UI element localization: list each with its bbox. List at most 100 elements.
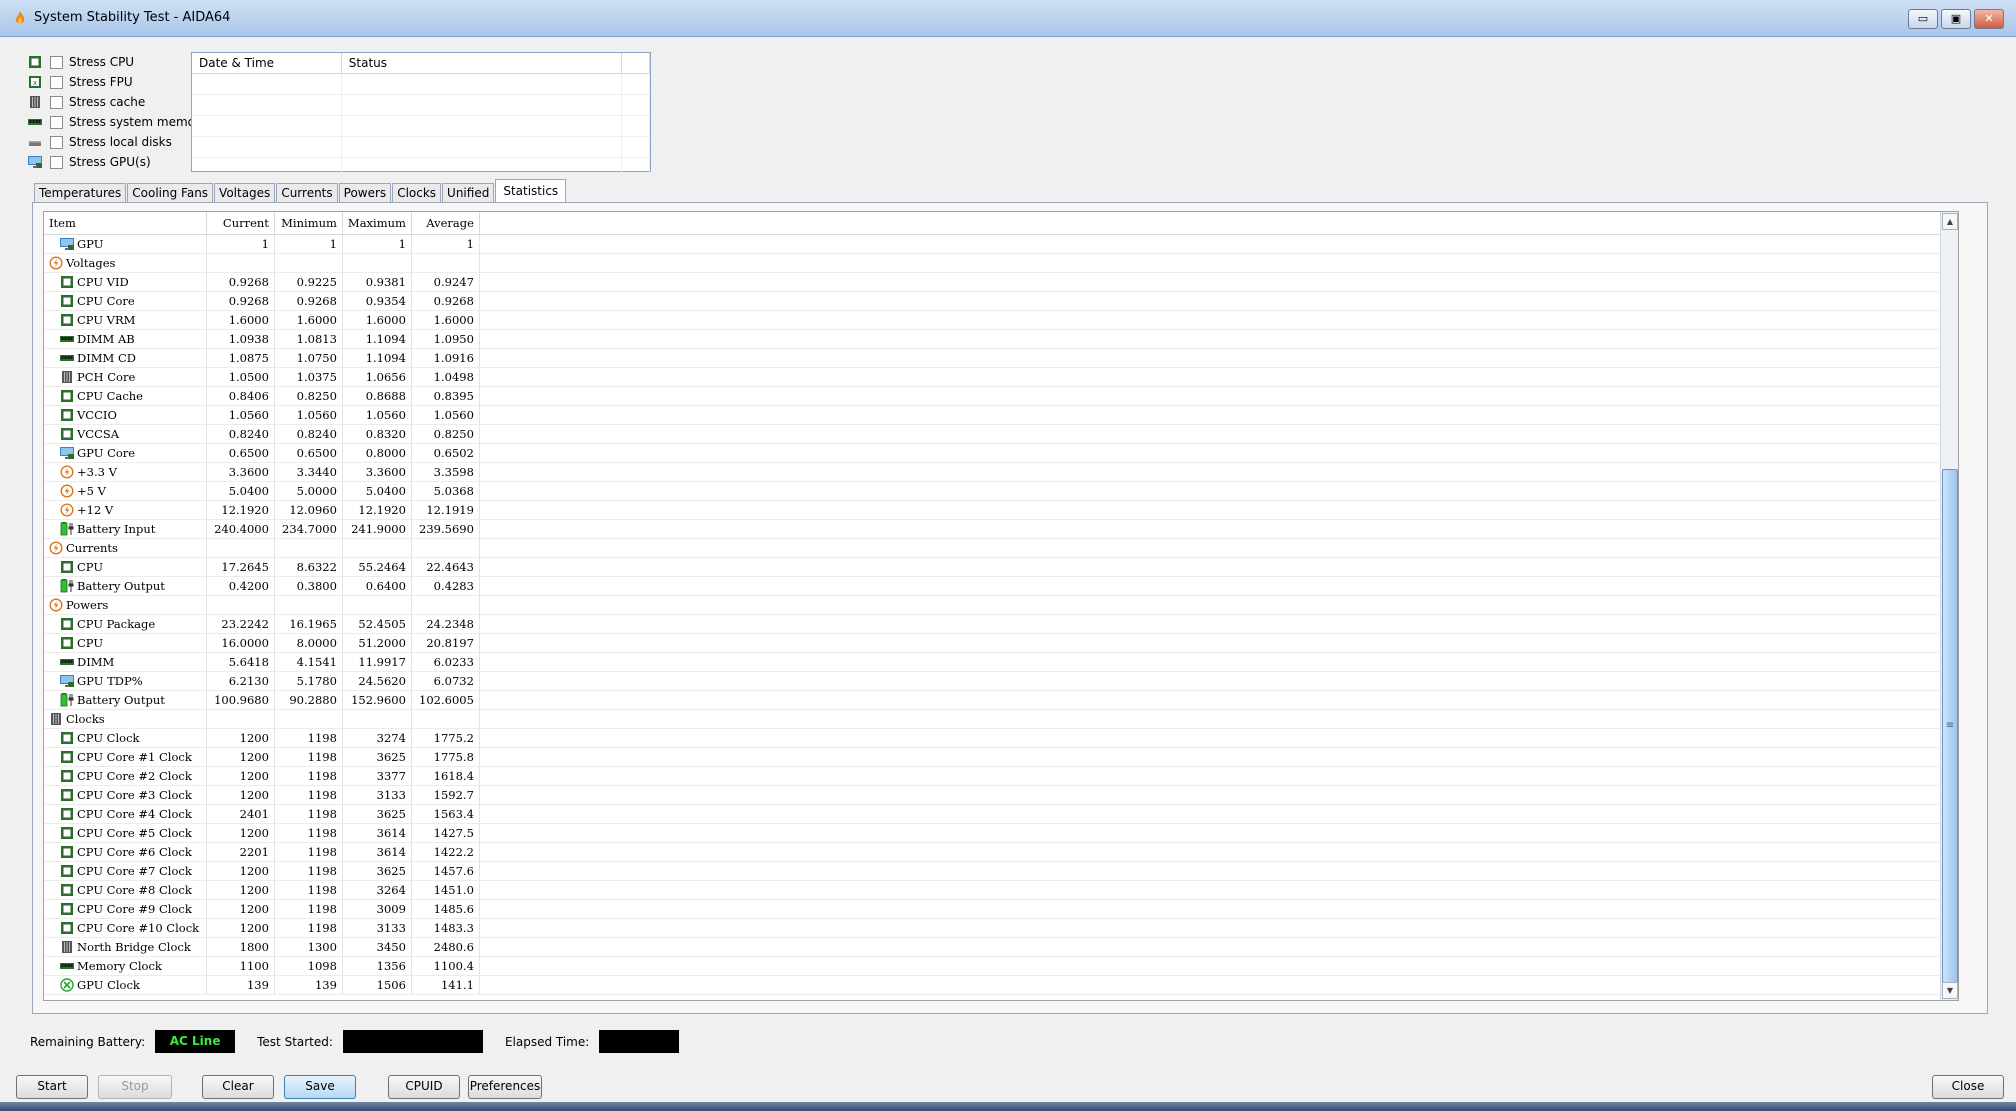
header-minimum[interactable]: Minimum bbox=[274, 212, 343, 235]
vertical-scrollbar[interactable]: ▲ ≡ ▼ bbox=[1940, 212, 1958, 1000]
table-row[interactable]: CPU Cache 0.8406 0.8250 0.8688 0.8395 bbox=[44, 386, 1958, 406]
stress-gpu-checkbox[interactable] bbox=[50, 155, 63, 169]
scroll-down-arrow[interactable]: ▼ bbox=[1942, 982, 1958, 999]
table-row[interactable]: PCH Core 1.0500 1.0375 1.0656 1.0498 bbox=[44, 367, 1958, 387]
stress-fpu-checkbox[interactable] bbox=[50, 75, 63, 89]
stress-disks-option[interactable]: Stress local disks bbox=[28, 132, 207, 152]
header-item[interactable]: Item bbox=[44, 212, 207, 235]
close-window-button[interactable]: ✕ bbox=[1974, 9, 2004, 29]
table-row[interactable]: DIMM 5.6418 4.1541 11.9917 6.0233 bbox=[44, 652, 1958, 672]
table-row[interactable]: +5 V 5.0400 5.0000 5.0400 5.0368 bbox=[44, 481, 1958, 501]
tab-temperatures[interactable]: Temperatures bbox=[34, 183, 127, 202]
table-row[interactable]: CPU Core #8 Clock 1200 1198 3264 1451.0 bbox=[44, 880, 1958, 900]
header-current[interactable]: Current bbox=[206, 212, 275, 235]
table-row[interactable]: CPU Core #10 Clock 1200 1198 3133 1483.3 bbox=[44, 918, 1958, 938]
start-button[interactable]: Start bbox=[16, 1075, 88, 1099]
current-value: 0.8240 bbox=[206, 424, 275, 444]
stress-cpu-option[interactable]: Stress CPU bbox=[28, 52, 207, 72]
table-row[interactable]: Voltages bbox=[44, 253, 1958, 273]
table-row[interactable]: DIMM CD 1.0875 1.0750 1.1094 1.0916 bbox=[44, 348, 1958, 368]
table-row[interactable]: GPU Clock 139 139 1506 141.1 bbox=[44, 975, 1958, 995]
maximum-value: 1 bbox=[342, 234, 412, 254]
table-row[interactable]: GPU TDP% 6.2130 5.1780 24.5620 6.0732 bbox=[44, 671, 1958, 691]
table-row[interactable]: GPU 1 1 1 1 bbox=[44, 234, 1958, 254]
table-row[interactable]: CPU Core #6 Clock 2201 1198 3614 1422.2 bbox=[44, 842, 1958, 862]
table-row[interactable]: Battery Output 0.4200 0.3800 0.6400 0.4283 bbox=[44, 576, 1958, 596]
table-row[interactable]: CPU Core #4 Clock 2401 1198 3625 1563.4 bbox=[44, 804, 1958, 824]
test-log-list[interactable]: Date & Time Status bbox=[191, 52, 651, 179]
table-row[interactable]: VCCSA 0.8240 0.8240 0.8320 0.8250 bbox=[44, 424, 1958, 444]
item-label: CPU Core #6 Clock bbox=[77, 845, 192, 859]
stress-cache-checkbox[interactable] bbox=[50, 95, 63, 109]
minimize-button[interactable]: ▭ bbox=[1908, 9, 1938, 29]
table-row[interactable]: Clocks bbox=[44, 709, 1958, 729]
table-row[interactable]: Battery Input 240.4000 234.7000 241.9000 239… bbox=[44, 519, 1958, 539]
stress-gpu-option[interactable]: Stress GPU(s) bbox=[28, 152, 207, 172]
tab-powers[interactable]: Powers bbox=[338, 183, 392, 202]
table-row[interactable]: CPU Core #5 Clock 1200 1198 3614 1427.5 bbox=[44, 823, 1958, 843]
cpu-chip-icon bbox=[60, 769, 74, 783]
row-spacer bbox=[479, 576, 1958, 596]
table-row[interactable]: North Bridge Clock 1800 1300 3450 2480.6 bbox=[44, 937, 1958, 957]
maximize-button[interactable]: ▣ bbox=[1941, 9, 1971, 29]
cpuid-button[interactable]: CPUID bbox=[388, 1075, 460, 1099]
table-row[interactable]: VCCIO 1.0560 1.0560 1.0560 1.0560 bbox=[44, 405, 1958, 425]
stress-memory-checkbox[interactable] bbox=[50, 115, 63, 129]
table-row[interactable]: CPU VRM 1.6000 1.6000 1.6000 1.6000 bbox=[44, 310, 1958, 330]
item-cell: Clocks bbox=[44, 709, 207, 729]
scroll-up-arrow[interactable]: ▲ bbox=[1942, 213, 1958, 230]
stress-memory-option[interactable]: Stress system memory bbox=[28, 112, 207, 132]
table-row[interactable]: Battery Output 100.9680 90.2880 152.9600 102… bbox=[44, 690, 1958, 710]
table-row[interactable]: CPU Core #9 Clock 1200 1198 3009 1485.6 bbox=[44, 899, 1958, 919]
tab-currents[interactable]: Currents bbox=[276, 183, 338, 202]
tab-voltages[interactable]: Voltages bbox=[214, 183, 276, 202]
table-row[interactable]: CPU Core #3 Clock 1200 1198 3133 1592.7 bbox=[44, 785, 1958, 805]
table-row[interactable]: CPU 17.2645 8.6322 55.2464 22.4643 bbox=[44, 557, 1958, 577]
table-row[interactable]: CPU Core 0.9268 0.9268 0.9354 0.9268 bbox=[44, 291, 1958, 311]
stress-cache-option[interactable]: Stress cache bbox=[28, 92, 207, 112]
close-button[interactable]: Close bbox=[1932, 1075, 2004, 1099]
item-cell: CPU Core #3 Clock bbox=[44, 785, 207, 805]
table-row[interactable]: GPU Core 0.6500 0.6500 0.8000 0.6502 bbox=[44, 443, 1958, 463]
average-value: 1618.4 bbox=[411, 766, 480, 786]
voltage-icon bbox=[60, 484, 74, 498]
window-title: System Stability Test - AIDA64 bbox=[34, 10, 231, 25]
stress-cpu-checkbox[interactable] bbox=[50, 55, 63, 69]
item-cell: CPU Cache bbox=[44, 386, 207, 406]
table-row[interactable]: CPU Core #2 Clock 1200 1198 3377 1618.4 bbox=[44, 766, 1958, 786]
table-row[interactable]: +12 V 12.1920 12.0960 12.1920 12.1919 bbox=[44, 500, 1958, 520]
maximum-value: 0.9354 bbox=[342, 291, 412, 311]
table-row[interactable]: CPU Clock 1200 1198 3274 1775.2 bbox=[44, 728, 1958, 748]
table-row[interactable]: +3.3 V 3.3600 3.3440 3.3600 3.3598 bbox=[44, 462, 1958, 482]
elapsed-time-value bbox=[599, 1030, 680, 1053]
table-row[interactable]: CPU Package 23.2242 16.1965 52.4505 24.2348 bbox=[44, 614, 1958, 634]
header-maximum[interactable]: Maximum bbox=[342, 212, 412, 235]
row-spacer bbox=[479, 918, 1958, 938]
tab-unified[interactable]: Unified bbox=[442, 183, 495, 202]
average-value: 24.2348 bbox=[411, 614, 480, 634]
preferences-button[interactable]: Preferences bbox=[468, 1075, 542, 1099]
header-average[interactable]: Average bbox=[411, 212, 480, 235]
table-row[interactable]: DIMM AB 1.0938 1.0813 1.1094 1.0950 bbox=[44, 329, 1958, 349]
stress-disks-checkbox[interactable] bbox=[50, 135, 63, 149]
table-row[interactable]: Currents bbox=[44, 538, 1958, 558]
table-row[interactable]: CPU Core #7 Clock 1200 1198 3625 1457.6 bbox=[44, 861, 1958, 881]
stop-button[interactable]: Stop bbox=[98, 1075, 172, 1099]
tab-statistics[interactable]: Statistics bbox=[495, 179, 567, 202]
statistics-grid[interactable]: Item Current Minimum Maximum Average GPU… bbox=[43, 211, 1959, 1001]
table-row[interactable]: CPU 16.0000 8.0000 51.2000 20.8197 bbox=[44, 633, 1958, 653]
table-row[interactable]: CPU VID 0.9268 0.9225 0.9381 0.9247 bbox=[44, 272, 1958, 292]
table-row[interactable]: CPU Core #1 Clock 1200 1198 3625 1775.8 bbox=[44, 747, 1958, 767]
scroll-thumb[interactable]: ≡ bbox=[1942, 469, 1958, 983]
log-header-status[interactable]: Status bbox=[341, 53, 622, 74]
item-cell: DIMM CD bbox=[44, 348, 207, 368]
row-spacer bbox=[479, 937, 1958, 957]
clear-button[interactable]: Clear bbox=[202, 1075, 274, 1099]
log-header-date-time[interactable]: Date & Time bbox=[192, 53, 342, 74]
stress-fpu-option[interactable]: x Stress FPU bbox=[28, 72, 207, 92]
table-row[interactable]: Memory Clock 1100 1098 1356 1100.4 bbox=[44, 956, 1958, 976]
tab-cooling-fans[interactable]: Cooling Fans bbox=[127, 183, 214, 202]
tab-clocks[interactable]: Clocks bbox=[392, 183, 442, 202]
save-button[interactable]: Save bbox=[284, 1075, 356, 1099]
table-row[interactable]: Powers bbox=[44, 595, 1958, 615]
